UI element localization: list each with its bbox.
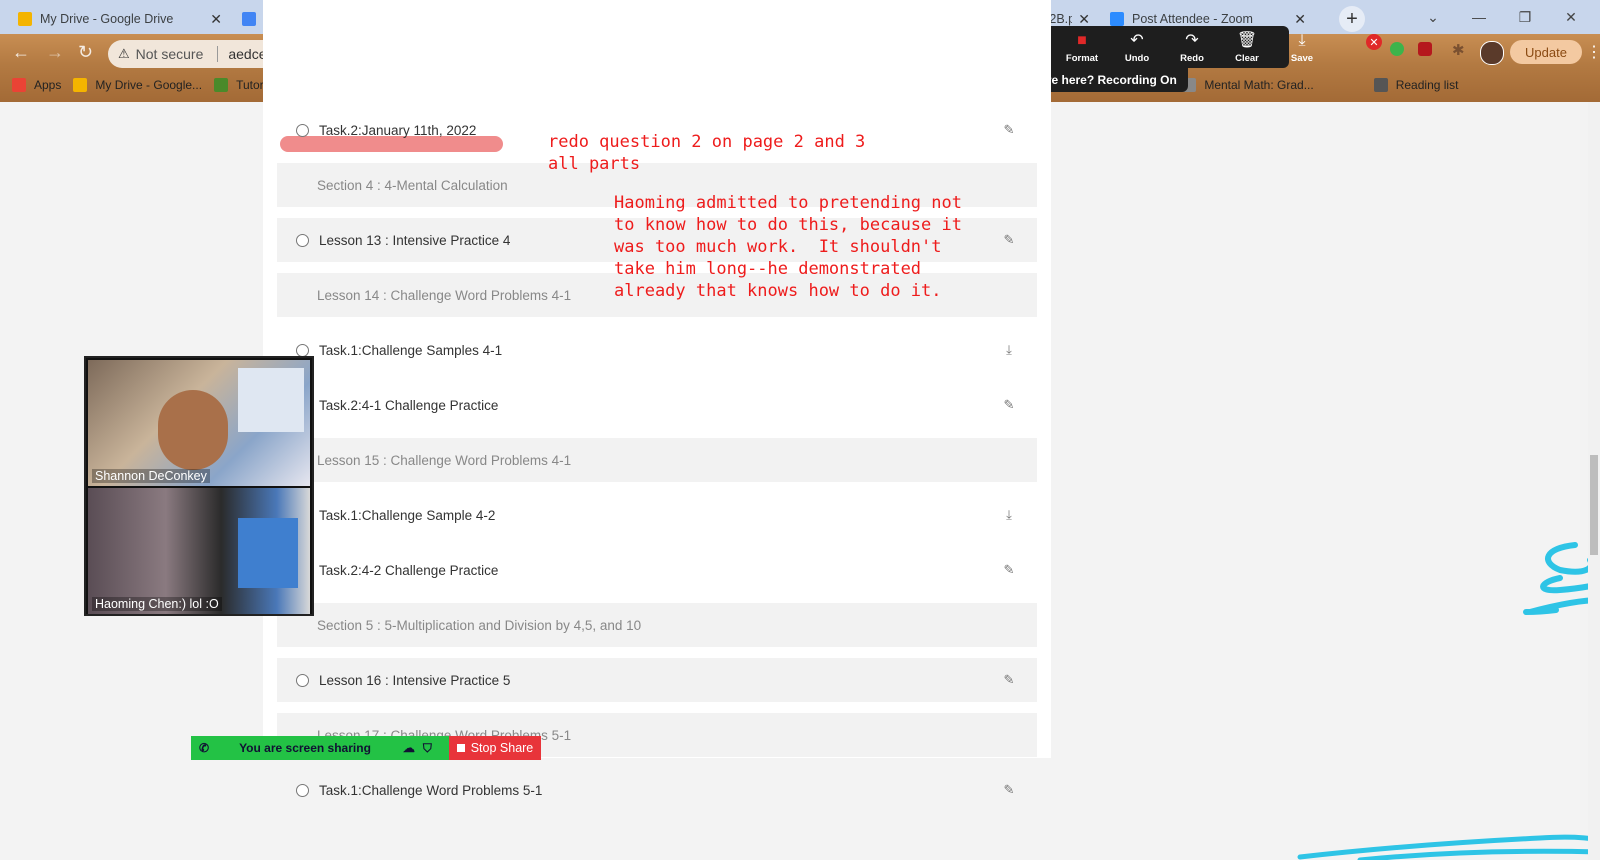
sharing-indicator[interactable]: ✆ You are screen sharing ☁ ⛉ [191,736,449,760]
participant-name: Haoming Chen:) lol :O [92,597,222,611]
sharing-label: You are screen sharing [239,741,371,755]
stop-icon [456,744,465,752]
scribble-bottom [1297,834,1600,860]
cloud-icon: ☁ [402,741,415,755]
lego-object [238,518,298,588]
screen-share-bar: ✆ You are screen sharing ☁ ⛉ Stop Share [191,736,541,760]
participant-name: Shannon DeConkey [92,469,210,483]
video-tile-haoming[interactable]: Haoming Chen:) lol :O [88,488,310,614]
stop-share-label: Stop Share [470,741,534,755]
participant-silhouette [158,390,228,470]
phone-icon: ✆ [199,741,210,755]
video-tile-shannon[interactable]: Shannon DeConkey [88,360,310,486]
wall-poster [238,368,304,432]
scrollbar-thumb[interactable] [1590,455,1598,555]
shield-icon: ⛉ [422,740,432,755]
zoom-video-gallery[interactable]: Shannon DeConkey Haoming Chen:) lol :O [84,356,314,616]
stop-share-button[interactable]: Stop Share [449,736,541,760]
